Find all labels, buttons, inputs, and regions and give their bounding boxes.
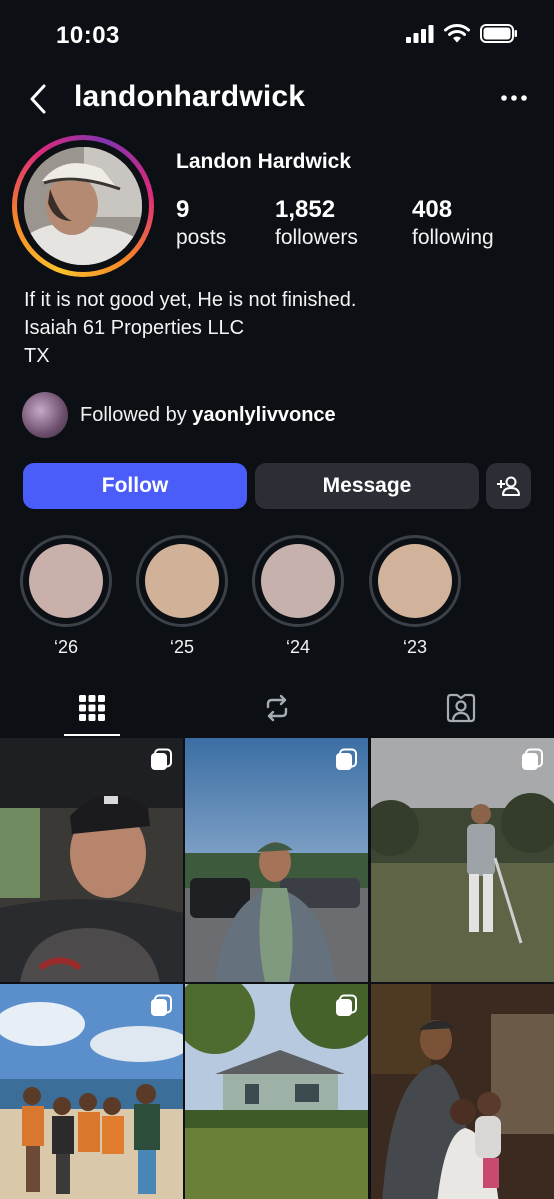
highlight-ring: [369, 535, 461, 627]
post-thumbnail[interactable]: [0, 984, 183, 1199]
profile-tabs: [0, 680, 554, 736]
carousel-icon: [522, 748, 543, 770]
wifi-icon: [444, 24, 470, 43]
carousel-icon: [336, 748, 357, 770]
story-highlight[interactable]: ‘23: [369, 535, 461, 658]
highlight-label: ‘23: [402, 637, 428, 657]
highlight-cover: [145, 544, 219, 618]
post-thumbnail[interactable]: [371, 984, 554, 1199]
suggested-users-button[interactable]: [486, 463, 531, 509]
followed-by-text: Followed by yaonlylivvonce: [80, 404, 336, 427]
followers-count: 1,852: [275, 196, 336, 223]
profile-avatar-story-ring[interactable]: [12, 135, 154, 277]
following-label: following: [412, 226, 494, 249]
highlight-cover: [261, 544, 335, 618]
add-person-icon: [496, 476, 520, 496]
story-highlight[interactable]: ‘26: [20, 535, 112, 658]
highlight-label: ‘25: [169, 637, 195, 657]
message-button[interactable]: Message: [255, 463, 479, 509]
grid-icon: [79, 695, 105, 721]
followers-label: followers: [275, 226, 358, 249]
tagged-person-icon: [446, 693, 476, 723]
stat-following[interactable]: 408 following: [412, 196, 494, 250]
post-thumbnail[interactable]: [0, 738, 183, 982]
repost-icon: [266, 694, 288, 722]
highlight-label: ‘26: [53, 637, 79, 657]
display-name: Landon Hardwick: [176, 150, 352, 173]
bio-line: Isaiah 61 Properties LLC: [24, 317, 245, 339]
profile-bio: If it is not good yet, He is not finishe…: [24, 286, 356, 370]
bio-line: If it is not good yet, He is not finishe…: [24, 289, 357, 311]
carousel-icon: [336, 994, 357, 1016]
stat-followers[interactable]: 1,852 followers: [275, 196, 358, 250]
posts-count: 9: [176, 196, 190, 223]
header-username: landonhardwick: [74, 80, 306, 113]
post-thumbnail[interactable]: [371, 738, 554, 982]
highlight-cover: [378, 544, 452, 618]
carousel-icon: [151, 994, 172, 1016]
tab-tagged[interactable]: [369, 680, 553, 736]
posts-label: posts: [176, 226, 227, 249]
bio-line: TX: [24, 345, 50, 367]
follow-button[interactable]: Follow: [23, 463, 247, 509]
post-image: [185, 738, 368, 982]
post-image: [371, 984, 554, 1199]
back-chevron-icon[interactable]: [24, 82, 54, 116]
post-image: [0, 738, 183, 982]
more-options-icon[interactable]: [500, 86, 528, 110]
status-icons: [406, 24, 518, 43]
tab-reposts[interactable]: [185, 680, 369, 736]
followed-by-prefix: Followed by: [80, 403, 193, 426]
stat-posts[interactable]: 9 posts: [176, 196, 226, 250]
post-image: [371, 738, 554, 982]
status-bar: 10:03: [0, 0, 554, 72]
post-thumbnail[interactable]: [185, 738, 368, 982]
highlight-label: ‘24: [285, 637, 311, 657]
story-highlight[interactable]: ‘24: [252, 535, 344, 658]
highlight-ring: [136, 535, 228, 627]
profile-avatar: [24, 147, 142, 265]
mutual-follower-avatar: [22, 392, 68, 438]
highlight-ring: [20, 535, 112, 627]
battery-icon: [480, 24, 517, 43]
highlight-cover: [29, 544, 103, 618]
tab-posts-grid[interactable]: [0, 680, 184, 736]
highlight-ring: [252, 535, 344, 627]
carousel-icon: [151, 748, 172, 770]
status-time: 10:03: [56, 22, 120, 49]
post-thumbnail[interactable]: [185, 984, 368, 1199]
followed-by-row[interactable]: Followed by yaonlylivvonce: [22, 392, 336, 438]
following-count: 408: [412, 196, 453, 223]
cellular-signal-icon: [406, 24, 434, 43]
story-highlight[interactable]: ‘25: [136, 535, 228, 658]
profile-header: landonhardwick: [0, 78, 554, 120]
mutual-follower-username: yaonlylivvonce: [192, 403, 336, 426]
